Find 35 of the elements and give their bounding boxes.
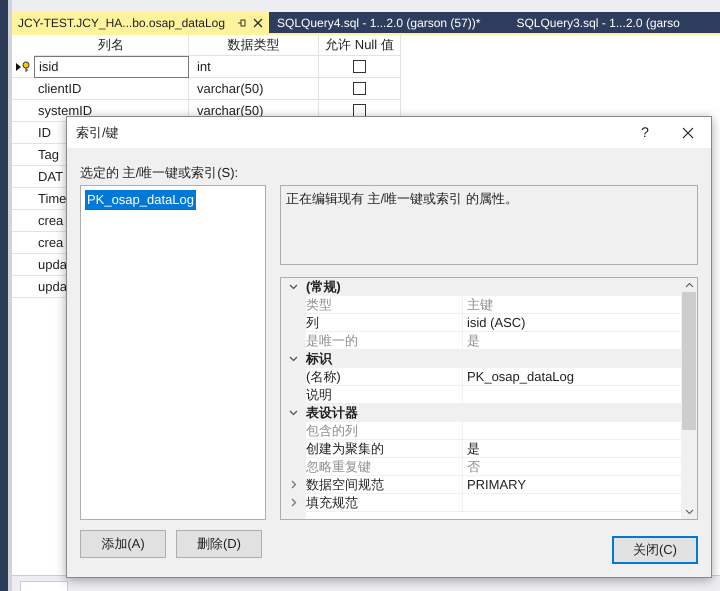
list-item[interactable]: PK_osap_dataLog (85, 190, 196, 210)
property-value[interactable]: PK_osap_dataLog (467, 366, 574, 386)
property-value[interactable]: isid (ASC) (467, 312, 526, 332)
close-icon (253, 18, 264, 28)
description-text: 正在编辑现有 主/唯一键或索引 的属性。 (280, 185, 698, 265)
help-button[interactable]: ? (625, 117, 665, 148)
checkbox[interactable] (353, 104, 366, 117)
property-name[interactable]: 填充规范 (306, 494, 463, 512)
table-cell[interactable]: clientID (34, 78, 189, 100)
property-name[interactable]: 数据空间规范 (306, 476, 463, 494)
column-header: 列名 (34, 35, 189, 56)
pin-icon (237, 18, 248, 28)
dialog-button[interactable]: 关闭(C) (612, 536, 698, 564)
dialog-button[interactable]: 添加(A) (80, 530, 166, 558)
key-list[interactable]: PK_osap_dataLog (80, 185, 266, 520)
checkbox[interactable] (353, 82, 366, 95)
property-name[interactable]: (名称) (306, 368, 463, 386)
list-label: 选定的 主/唯一键或索引(S): (80, 164, 240, 182)
table-cell[interactable]: isid (34, 56, 189, 78)
property-name[interactable]: 列 (306, 314, 463, 332)
dialog-title: 索引/键 (76, 124, 120, 142)
table-cell[interactable]: int (189, 56, 319, 78)
property-name[interactable]: 创建为聚集的 (306, 440, 463, 458)
close-icon (682, 126, 694, 138)
scrollbar[interactable] (681, 278, 697, 519)
document-tab[interactable]: SQLQuery3.sql - 1...2.0 (garso (508, 12, 688, 33)
column-header: 数据类型 (189, 35, 319, 56)
property-value[interactable]: PRIMARY (467, 474, 526, 494)
document-tab[interactable]: JCY-TEST.JCY_HA...bo.osap_dataLog (12, 12, 270, 33)
dialog-button[interactable]: 删除(D) (176, 530, 262, 558)
property-value[interactable]: 是 (467, 438, 480, 458)
checkbox[interactable] (353, 60, 366, 73)
column-header: 允许 Null 值 (319, 35, 401, 56)
document-tab[interactable]: SQLQuery4.sql - 1...2.0 (garson (57))* (269, 12, 488, 33)
table-cell[interactable]: varchar(50) (189, 78, 319, 100)
